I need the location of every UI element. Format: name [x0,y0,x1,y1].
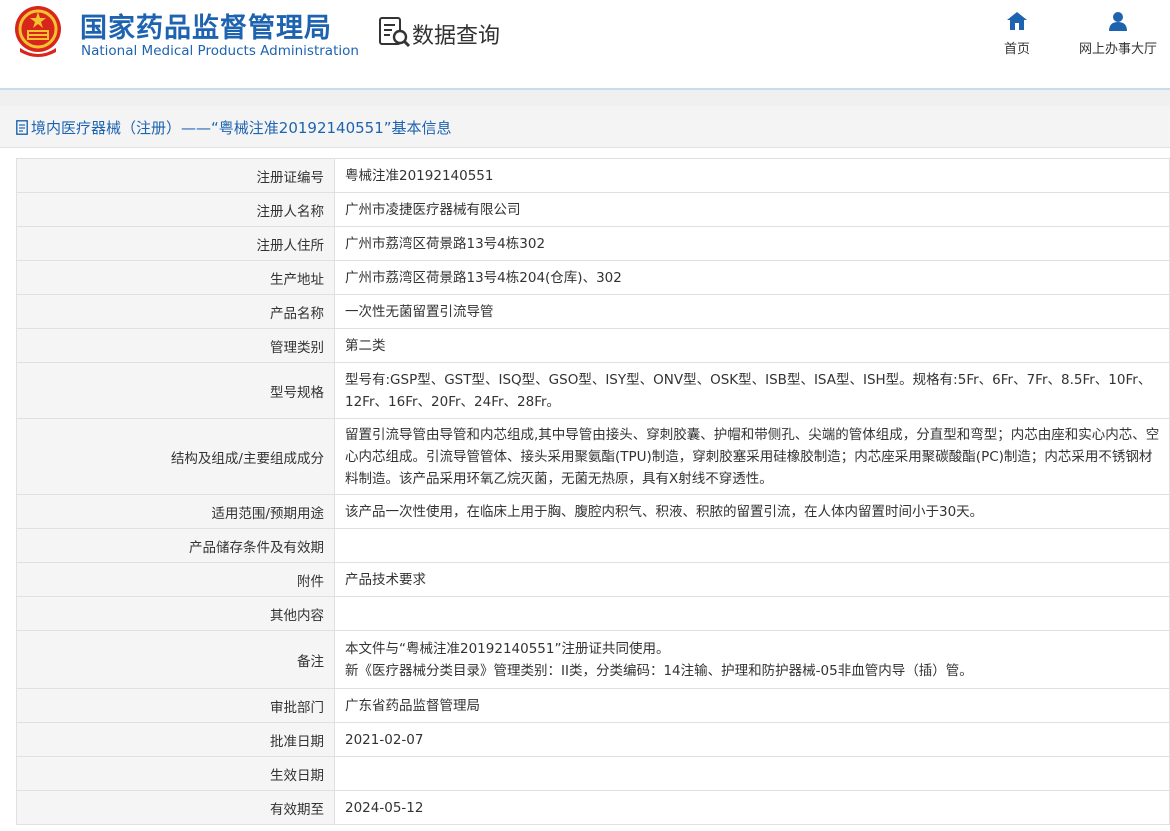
field-value: 广州市荔湾区荷景路13号4栋302 [334,226,1170,261]
field-value-line: 广东省药品监督管理局 [345,697,480,714]
field-label: 审批部门 [16,688,335,723]
field-label: 生效日期 [16,756,335,791]
table-row: 产品储存条件及有效期 [16,528,1170,563]
national-emblem-icon[interactable] [12,4,64,58]
table-row: 生效日期 [16,756,1170,791]
field-label: 备注 [16,630,335,689]
field-value: 一次性无菌留置引流导管 [334,294,1170,329]
field-label: 注册人名称 [16,192,335,227]
field-label: 结构及组成/主要组成成分 [16,418,335,495]
field-label: 附件 [16,562,335,597]
field-value-line: 2024-05-12 [345,799,424,816]
org-name-en[interactable]: National Medical Products Administration [81,43,359,59]
query-title: 数据查询 [412,24,501,49]
field-value-line: 粤械注准20192140551 [345,167,494,184]
field-value: 第二类 [334,328,1170,363]
field-value-line: 一次性无菌留置引流导管 [345,303,494,320]
field-label: 产品储存条件及有效期 [16,528,335,563]
table-row: 结构及组成/主要组成成分 留置引流导管由导管和内芯组成,其中导管由接头、穿刺胶囊、… [16,418,1170,495]
user-icon [1109,12,1127,31]
document-icon [16,120,28,135]
field-value: 留置引流导管由导管和内芯组成,其中导管由接头、穿刺胶囊、护帽和带侧孔、尖端的管体… [334,418,1170,495]
field-label: 批准日期 [16,722,335,757]
table-row: 生产地址 广州市荔湾区荷景路13号4栋204(仓库)、302 [16,260,1170,295]
nav-online-hall[interactable]: 网上办事大厅 [1072,10,1164,57]
field-value [334,528,1170,563]
field-value: 该产品一次性使用，在临床上用于胸、腹腔内积气、积液、积脓的留置引流，在人体内留置… [334,494,1170,529]
registration-detail-table: 注册证编号 粤械注准20192140551 注册人名称 广州市凌捷医疗器械有限公司 注册… [16,158,1170,825]
field-label: 注册人住所 [16,226,335,261]
table-row: 注册人名称 广州市凌捷医疗器械有限公司 [16,192,1170,227]
field-value: 本文件与“粤械注准20192140551”注册证共同使用。新《医疗器械分类目录》… [334,630,1170,689]
field-value: 2021-02-07 [334,722,1170,757]
field-label: 适用范围/预期用途 [16,494,335,529]
field-label: 管理类别 [16,328,335,363]
home-icon [1007,12,1027,30]
table-row: 注册证编号 粤械注准20192140551 [16,158,1170,193]
field-value [334,596,1170,631]
table-row: 管理类别 第二类 [16,328,1170,363]
record-title: 境内医疗器械（注册）——“粤械注准20192140551”基本信息 [31,119,452,137]
table-row: 型号规格 型号有:GSP型、GST型、ISQ型、GSO型、ISY型、ONV型、OS… [16,362,1170,419]
field-value-line: 产品技术要求 [345,571,426,588]
field-value: 广东省药品监督管理局 [334,688,1170,723]
field-value-line: 广州市荔湾区荷景路13号4栋204(仓库)、302 [345,269,622,286]
table-row: 注册人住所 广州市荔湾区荷景路13号4栋302 [16,226,1170,261]
field-value-line: 本文件与“粤械注准20192140551”注册证共同使用。 [345,640,670,657]
table-row: 批准日期 2021-02-07 [16,722,1170,757]
field-value-line: 第二类 [345,337,386,354]
field-value: 广州市凌捷医疗器械有限公司 [334,192,1170,227]
field-value-line: 2021-02-07 [345,731,424,748]
nav-online-hall-label: 网上办事大厅 [1078,42,1157,57]
field-value: 型号有:GSP型、GST型、ISQ型、GSO型、ISY型、ONV型、OSK型、I… [334,362,1170,419]
field-label: 型号规格 [16,362,335,419]
field-value: 产品技术要求 [334,562,1170,597]
field-label: 注册证编号 [16,158,335,193]
field-value-line: 该产品一次性使用，在临床上用于胸、腹腔内积气、积液、积脓的留置引流，在人体内留置… [345,503,984,520]
field-value: 粤械注准20192140551 [334,158,1170,193]
table-row: 备注 本文件与“粤械注准20192140551”注册证共同使用。新《医疗器械分类目… [16,630,1170,689]
table-row: 审批部门 广东省药品监督管理局 [16,688,1170,723]
gray-band [0,90,1170,106]
field-label: 其他内容 [16,596,335,631]
table-row: 适用范围/预期用途 该产品一次性使用，在临床上用于胸、腹腔内积气、积液、积脓的留置… [16,494,1170,529]
field-value-line: 新《医疗器械分类目录》管理类别：II类，分类编码：14注输、护理和防护器械-05… [345,662,973,679]
field-label: 有效期至 [16,790,335,825]
field-value-line: 广州市凌捷医疗器械有限公司 [345,201,521,218]
field-value: 2024-05-12 [334,790,1170,825]
table-row: 产品名称 一次性无菌留置引流导管 [16,294,1170,329]
field-label: 生产地址 [16,260,335,295]
field-label: 产品名称 [16,294,335,329]
field-value-line: 型号有:GSP型、GST型、ISQ型、GSO型、ISY型、ONV型、OSK型、I… [345,371,1152,410]
field-value: 广州市荔湾区荷景路13号4栋204(仓库)、302 [334,260,1170,295]
document-search-icon [379,17,411,48]
table-row: 有效期至 2024-05-12 [16,790,1170,825]
nav-home-label: 首页 [1003,42,1030,57]
record-title-bar: 境内医疗器械（注册）——“粤械注准20192140551”基本信息 [0,106,1170,148]
field-value-line: 留置引流导管由导管和内芯组成,其中导管由接头、穿刺胶囊、护帽和带侧孔、尖端的管体… [345,426,1160,487]
table-row: 其他内容 [16,596,1170,631]
site-header: 国家药品监督管理局 National Medical Products Admi… [0,0,1170,90]
org-name-cn[interactable]: 国家药品监督管理局 [80,6,332,45]
field-value [334,756,1170,791]
nav-home[interactable]: 首页 [996,10,1038,57]
field-value-line: 广州市荔湾区荷景路13号4栋302 [345,235,546,252]
table-row: 附件 产品技术要求 [16,562,1170,597]
